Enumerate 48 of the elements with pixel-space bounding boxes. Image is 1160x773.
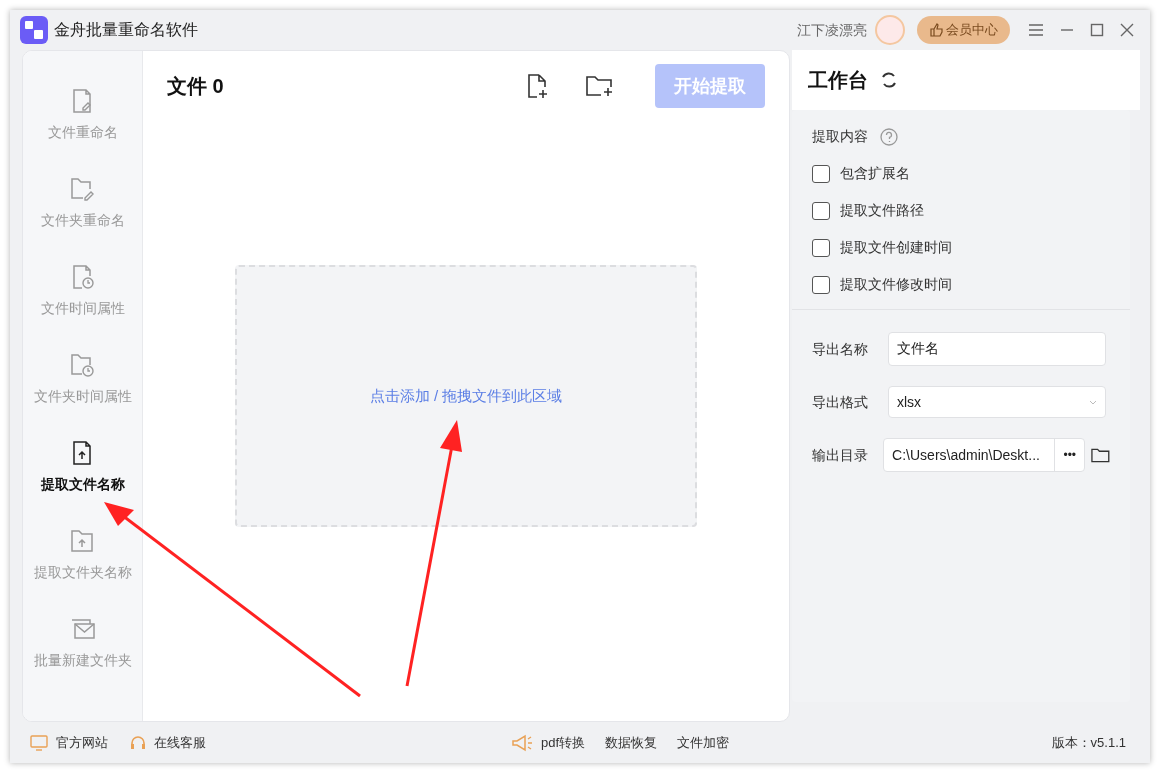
checkbox[interactable] — [812, 164, 830, 183]
add-file-icon[interactable] — [525, 73, 549, 99]
option-label: 提取文件修改时间 — [840, 275, 952, 294]
browse-button[interactable]: ••• — [1054, 439, 1085, 471]
file-count-title: 文件 0 — [167, 74, 224, 99]
option-label: 包含扩展名 — [840, 164, 910, 183]
vip-center-button[interactable]: 会员中心 — [917, 16, 1010, 44]
option-label: 提取文件创建时间 — [840, 238, 952, 257]
option-label: 提取文件路径 — [840, 201, 924, 220]
field-label: 输出目录 — [812, 445, 869, 465]
output-dir-field[interactable]: C:\Users\admin\Deskt... — [884, 444, 1055, 466]
add-folder-icon[interactable] — [585, 74, 615, 98]
section-label: 提取内容 — [812, 127, 868, 146]
checkbox[interactable] — [812, 275, 830, 294]
close-icon[interactable] — [1120, 23, 1134, 37]
folder-upload-icon — [69, 527, 96, 554]
support-link[interactable]: 在线客服 — [154, 732, 206, 753]
export-name-field[interactable]: 文件名 — [888, 332, 1106, 366]
headset-icon — [130, 734, 146, 751]
drop-hint[interactable]: 点击添加 / 拖拽文件到此区域 — [369, 384, 563, 408]
help-icon[interactable] — [880, 127, 898, 146]
file-encrypt-link[interactable]: 文件加密 — [677, 732, 730, 753]
drop-zone[interactable]: 点击添加 / 拖拽文件到此区域 — [235, 265, 697, 527]
pdf-convert-link[interactable]: pdf转换 — [541, 732, 586, 753]
maximize-icon[interactable] — [1090, 23, 1104, 37]
user-name: 江下凌漂亮 — [797, 20, 867, 40]
refresh-icon[interactable] — [880, 71, 898, 89]
checkbox[interactable] — [812, 238, 830, 257]
monitor-icon — [30, 734, 48, 751]
export-format-select[interactable]: xlsx — [888, 386, 1106, 418]
checkbox[interactable] — [812, 201, 830, 220]
field-label: 导出名称 — [812, 339, 869, 359]
app-logo-icon — [20, 16, 48, 44]
avatar-icon — [875, 15, 905, 45]
megaphone-icon — [511, 733, 533, 752]
window-title: 金舟批量重命名软件 — [54, 20, 198, 40]
data-recovery-link[interactable]: 数据恢复 — [605, 732, 658, 753]
folder-icon[interactable] — [1091, 447, 1110, 463]
menu-icon[interactable] — [1028, 23, 1044, 37]
folder-pencil-icon — [69, 175, 96, 202]
sidebar-item[interactable]: 提取文件名称 — [40, 473, 125, 495]
workbench-title: 工作台 — [808, 68, 868, 93]
version-text: 版本：v5.1.1 — [1051, 733, 1126, 752]
website-link[interactable]: 官方网站 — [56, 732, 108, 753]
field-label: 导出格式 — [812, 392, 869, 412]
chevron-down-icon — [1089, 399, 1097, 405]
folder-clock-icon — [69, 351, 96, 378]
thumbs-up-icon — [929, 23, 943, 37]
